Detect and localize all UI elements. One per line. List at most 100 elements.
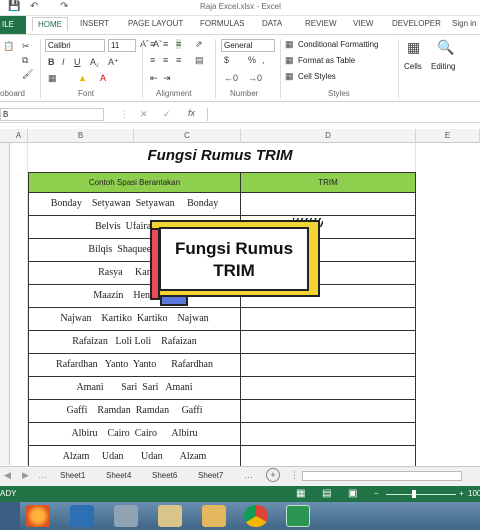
tab-data[interactable]: DATA bbox=[262, 19, 282, 28]
fill-color-icon[interactable]: ▲ bbox=[78, 73, 87, 83]
chrome-icon[interactable] bbox=[244, 505, 268, 527]
mail-icon[interactable] bbox=[114, 505, 138, 527]
cell-contoh[interactable]: Bonday Setyawan Setyawan Bonday bbox=[28, 193, 241, 216]
cancel-icon[interactable]: ✕ bbox=[140, 109, 148, 120]
percent-icon[interactable]: % bbox=[248, 55, 256, 65]
cell-contoh[interactable]: Najwan Kartiko Kartiko Najwan bbox=[28, 308, 241, 331]
enter-icon[interactable]: ✓ bbox=[163, 109, 171, 120]
tab-view[interactable]: VIEW bbox=[353, 19, 373, 28]
italic-icon[interactable]: I bbox=[62, 57, 65, 67]
font-name-combo[interactable]: Calibri bbox=[45, 39, 105, 52]
page-layout-view-icon[interactable]: ▤ bbox=[322, 488, 331, 499]
number-format-combo[interactable]: General bbox=[221, 39, 275, 52]
cell-contoh[interactable]: Rafaizan Loli Loli Rafaizan bbox=[28, 331, 241, 354]
cell-contoh[interactable]: Gaffi Ramdan Ramdan Gaffi bbox=[28, 400, 241, 423]
sign-in-link[interactable]: Sign in bbox=[452, 19, 476, 28]
currency-icon[interactable]: $ bbox=[224, 55, 229, 65]
align-left-icon[interactable]: ≡ bbox=[150, 55, 155, 65]
increase-decimal-icon[interactable]: ←0 bbox=[224, 73, 238, 83]
sheet-tab-7[interactable]: Sheet7 bbox=[194, 469, 227, 482]
conditional-formatting-button[interactable]: Conditional Formatting bbox=[298, 40, 378, 49]
cell-trim[interactable] bbox=[240, 354, 416, 377]
comma-icon[interactable]: , bbox=[262, 55, 265, 65]
cell-trim[interactable] bbox=[240, 423, 416, 446]
tab-file[interactable]: ILE bbox=[0, 16, 26, 34]
font-symbol-icon[interactable]: A⁁ bbox=[90, 57, 98, 68]
superscript-icon[interactable]: A⁺ bbox=[108, 57, 119, 68]
decrease-indent-icon[interactable]: ⇤ bbox=[150, 73, 158, 84]
zoom-level[interactable]: 100 bbox=[468, 489, 480, 498]
underline-icon[interactable]: U bbox=[74, 57, 81, 67]
align-center-icon[interactable]: ≡ bbox=[163, 55, 168, 65]
more-tabs-icon[interactable]: … bbox=[244, 470, 253, 480]
bold-icon[interactable]: B bbox=[48, 57, 55, 67]
cell-trim[interactable] bbox=[240, 400, 416, 423]
cut-icon[interactable]: ✂ bbox=[22, 41, 30, 52]
cells-button[interactable]: Cells bbox=[404, 62, 422, 71]
tab-insert[interactable]: INSERT bbox=[80, 19, 109, 28]
header-trim[interactable]: TRIM bbox=[240, 172, 416, 193]
folder-icon[interactable] bbox=[202, 505, 226, 527]
font-color-icon[interactable]: A bbox=[100, 73, 106, 83]
tab-developer[interactable]: DEVELOPER bbox=[392, 19, 441, 28]
formula-input[interactable] bbox=[207, 108, 480, 121]
decrease-decimal-icon[interactable]: →0 bbox=[248, 73, 262, 83]
tab-scroll-left-icon[interactable]: ◀ bbox=[4, 470, 11, 481]
name-box[interactable]: B bbox=[0, 108, 104, 121]
format-painter-icon[interactable]: 🖌 bbox=[22, 69, 33, 80]
zoom-slider[interactable] bbox=[386, 494, 456, 495]
insert-function-icon[interactable]: fx bbox=[188, 108, 195, 118]
zoom-slider-thumb[interactable] bbox=[412, 490, 416, 498]
paste-icon[interactable]: 📋 bbox=[3, 41, 14, 52]
firefox-icon[interactable] bbox=[26, 505, 50, 527]
normal-view-icon[interactable]: ▦ bbox=[296, 488, 305, 499]
tab-page-layout[interactable]: PAGE LAYOUT bbox=[128, 19, 183, 28]
more-sheets-icon[interactable]: … bbox=[38, 470, 47, 480]
sheet-tab-1[interactable]: Sheet1 bbox=[56, 469, 89, 482]
tab-formulas[interactable]: FORMULAS bbox=[200, 19, 244, 28]
column-header-a[interactable]: A bbox=[10, 129, 28, 143]
cell-trim[interactable] bbox=[240, 331, 416, 354]
horizontal-scrollbar[interactable] bbox=[302, 471, 462, 481]
editing-button[interactable]: Editing bbox=[431, 62, 455, 71]
new-sheet-icon[interactable]: + bbox=[266, 468, 280, 482]
font-size-combo[interactable]: 11 bbox=[108, 39, 136, 52]
column-header-b[interactable]: B bbox=[28, 129, 134, 143]
excel-taskbar-icon[interactable] bbox=[286, 505, 310, 527]
binoculars-icon[interactable]: 🔍 bbox=[437, 39, 454, 56]
column-header-d[interactable]: D bbox=[241, 129, 416, 143]
increase-indent-icon[interactable]: ⇥ bbox=[163, 73, 171, 84]
cell-contoh[interactable]: Rafardhan Yanto Yanto Rafardhan bbox=[28, 354, 241, 377]
zoom-out-icon[interactable]: − bbox=[374, 489, 379, 498]
cell-styles-button[interactable]: Cell Styles bbox=[298, 72, 336, 81]
cells-icon[interactable]: ▦ bbox=[407, 39, 420, 56]
cell-contoh[interactable]: Amani Sari Sari Amani bbox=[28, 377, 241, 400]
page-break-view-icon[interactable]: ▣ bbox=[348, 488, 357, 499]
cell-contoh[interactable]: Albiru Cairo Cairo Albiru bbox=[28, 423, 241, 446]
sheet-tab-6[interactable]: Sheet6 bbox=[148, 469, 181, 482]
header-contoh[interactable]: Contoh Spasi Berantakan bbox=[28, 172, 241, 193]
zoom-in-icon[interactable]: + bbox=[459, 489, 464, 498]
ie-icon[interactable] bbox=[70, 505, 94, 527]
start-button[interactable] bbox=[0, 502, 20, 530]
media-icon[interactable] bbox=[158, 505, 182, 527]
sheet-tab-4[interactable]: Sheet4 bbox=[102, 469, 135, 482]
cell-trim[interactable] bbox=[240, 377, 416, 400]
align-top-icon[interactable]: ≡ bbox=[150, 39, 155, 49]
align-right-icon[interactable]: ≡ bbox=[176, 55, 181, 65]
copy-icon[interactable]: ⧉ bbox=[22, 55, 28, 66]
column-header-e[interactable]: E bbox=[416, 129, 480, 143]
tab-scroll-right-icon[interactable]: ▶ bbox=[22, 470, 29, 481]
undo-icon[interactable]: ↶ bbox=[30, 1, 38, 12]
column-header-c[interactable]: C bbox=[134, 129, 241, 143]
cell-trim[interactable] bbox=[240, 193, 416, 216]
align-middle-icon[interactable]: ≡ bbox=[163, 39, 168, 49]
redo-icon[interactable]: ↷ bbox=[60, 1, 68, 12]
cell-trim[interactable] bbox=[240, 308, 416, 331]
merge-icon[interactable]: ▤ bbox=[195, 55, 204, 66]
save-icon[interactable]: 💾 bbox=[8, 1, 20, 12]
format-as-table-button[interactable]: Format as Table bbox=[298, 56, 355, 65]
align-bottom-icon[interactable]: ≡ bbox=[176, 39, 182, 49]
tab-review[interactable]: REVIEW bbox=[305, 19, 337, 28]
borders-icon[interactable]: ▦ bbox=[48, 73, 57, 84]
